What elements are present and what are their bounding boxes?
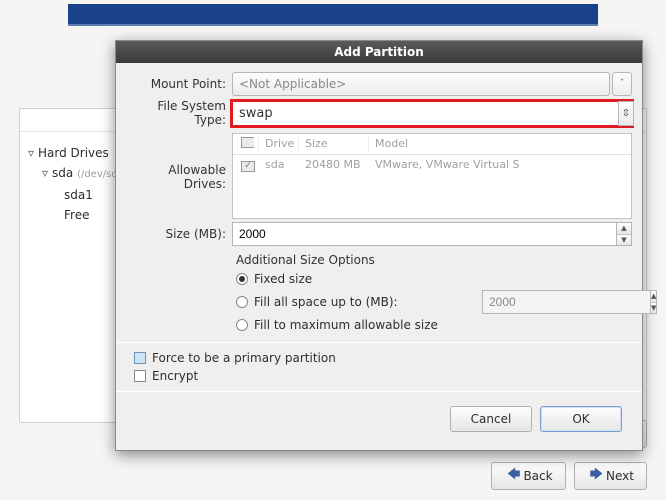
fstype-dropdown-button[interactable]: ⇳: [618, 101, 634, 126]
size-options-title: Additional Size Options: [236, 253, 632, 267]
fstype-value: swap: [239, 106, 273, 121]
drive-row-name: sda: [259, 158, 299, 172]
cancel-button[interactable]: Cancel: [450, 406, 532, 432]
radio-fixed-size[interactable]: [236, 273, 248, 285]
col-model: Model: [369, 137, 627, 151]
mount-point-value: <Not Applicable>: [239, 77, 346, 91]
radio-fill-upto[interactable]: [236, 296, 248, 308]
size-step-down[interactable]: ▼: [617, 235, 631, 246]
mount-point-label: Mount Point:: [126, 77, 232, 91]
col-size: Size: [299, 137, 369, 151]
mount-point-dropdown-button[interactable]: ˇ: [612, 72, 632, 96]
fill-upto-input: [482, 290, 650, 314]
dialog-title: Add Partition: [116, 41, 642, 63]
size-label: Size (MB):: [126, 227, 232, 241]
back-button[interactable]: 🡄Back: [491, 462, 566, 490]
col-drive: Drive: [259, 137, 299, 151]
force-primary-checkbox[interactable]: [134, 352, 146, 364]
drive-header-checkbox[interactable]: [241, 137, 254, 148]
encrypt-label: Encrypt: [152, 369, 198, 383]
encrypt-checkbox[interactable]: [134, 370, 146, 382]
next-button[interactable]: 🡆Next: [574, 462, 647, 490]
add-partition-dialog: Add Partition Mount Point: <Not Applicab…: [115, 40, 643, 451]
size-spinner[interactable]: ▲ ▼: [232, 222, 632, 246]
window-titlebar: [68, 4, 598, 26]
radio-fill-max[interactable]: [236, 319, 248, 331]
arrow-left-icon: 🡄: [507, 465, 520, 487]
divider: [116, 391, 642, 392]
chevron-down-icon: ˇ: [620, 79, 625, 89]
drive-row[interactable]: ✓ sda 20480 MB VMware, VMware Virtual S: [233, 155, 631, 175]
drive-row-size: 20480 MB: [299, 158, 369, 172]
fstype-dropdown[interactable]: swap: [232, 101, 632, 126]
divider: [116, 342, 642, 343]
fill-upto-step-up: ▲: [651, 291, 656, 303]
highlight-annotation: [230, 99, 634, 128]
drive-row-checkbox[interactable]: ✓: [241, 161, 255, 172]
radio-fill-upto-label: Fill all space up to (MB):: [254, 295, 398, 309]
drive-list-header: Drive Size Model: [233, 134, 631, 155]
mount-point-combo[interactable]: <Not Applicable>: [232, 72, 610, 96]
allowable-drives-label: Allowable Drives:: [126, 133, 232, 191]
allowable-drives-list[interactable]: Drive Size Model ✓ sda 20480 MB VMware, …: [232, 133, 632, 219]
size-step-up[interactable]: ▲: [617, 223, 631, 235]
updown-icon: ⇳: [622, 108, 630, 119]
size-options-group: Additional Size Options Fixed size Fill …: [126, 249, 632, 336]
arrow-right-icon: 🡆: [590, 465, 603, 487]
fstype-label: File System Type:: [126, 99, 232, 127]
radio-fixed-size-label: Fixed size: [254, 272, 312, 286]
radio-fill-max-label: Fill to maximum allowable size: [254, 318, 438, 332]
size-input[interactable]: [232, 222, 616, 246]
fill-upto-spinner: ▲ ▼: [482, 290, 632, 314]
ok-button[interactable]: OK: [540, 406, 622, 432]
fill-upto-step-down: ▼: [651, 303, 656, 314]
force-primary-label: Force to be a primary partition: [152, 351, 336, 365]
wizard-nav: 🡄Back 🡆Next: [491, 462, 647, 490]
drive-row-model: VMware, VMware Virtual S: [369, 158, 526, 172]
